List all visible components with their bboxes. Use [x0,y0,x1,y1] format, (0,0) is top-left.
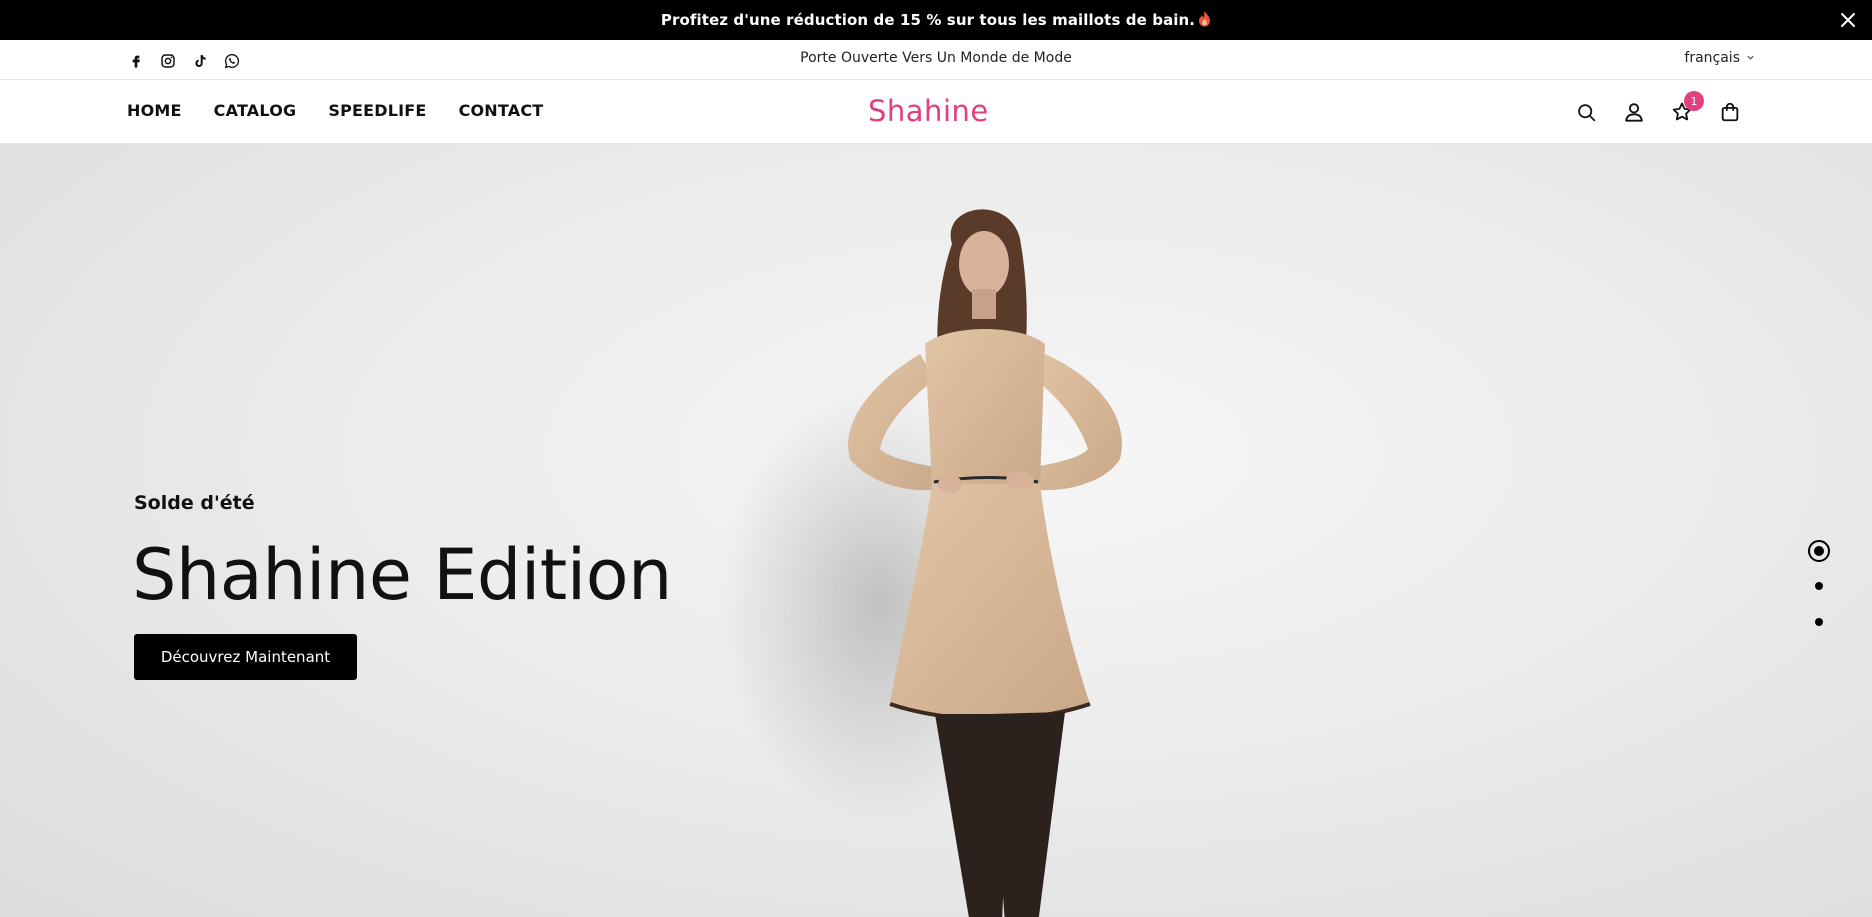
account-icon[interactable] [1622,100,1646,124]
main-nav: HOME CATALOG SPEEDLIFE CONTACT [127,101,543,120]
site-header: HOME CATALOG SPEEDLIFE CONTACT Shahine 1 [0,80,1872,144]
wishlist-count-badge: 1 [1684,91,1704,111]
logo[interactable]: Shahine [868,93,1008,129]
hero-subtitle: Solde d'été [134,492,255,514]
tagline: Porte Ouverte Vers Un Monde de Mode [800,50,1072,66]
hero-banner: Solde d'été Shahine Edition Découvrez Ma… [0,144,1872,917]
announcement-bar: Profitez d'une réduction de 15 % sur tou… [0,0,1872,40]
hero-model-image [720,209,1122,917]
logo-text: Shahine [868,94,989,128]
top-bar: Porte Ouverte Vers Un Monde de Mode fran… [0,40,1872,80]
fire-icon [1198,11,1211,27]
announcement-text: Profitez d'une réduction de 15 % sur tou… [660,11,1196,29]
nav-contact[interactable]: CONTACT [459,101,544,120]
nav-catalog[interactable]: CATALOG [214,101,297,120]
search-icon[interactable] [1574,100,1598,124]
slide-dot-3[interactable] [1808,611,1830,633]
nav-speedlife[interactable]: SPEEDLIFE [328,101,426,120]
hero-title: Shahine Edition [132,534,672,616]
nav-home[interactable]: HOME [127,101,182,120]
slide-dot-1[interactable] [1808,540,1830,562]
chevron-down-icon [1746,50,1755,66]
wishlist-icon[interactable]: 1 [1670,91,1704,124]
slide-dot-marker [1815,618,1823,626]
slide-dot-active [1808,540,1830,562]
slide-dot-marker [1815,582,1823,590]
slide-dot-2[interactable] [1808,575,1830,597]
header-actions: 1 [1574,91,1742,124]
language-selector[interactable]: français [1684,50,1755,66]
close-icon[interactable] [1838,10,1858,30]
cart-icon[interactable] [1718,100,1742,124]
discover-now-button[interactable]: Découvrez Maintenant [134,634,357,680]
language-label: français [1684,50,1740,66]
